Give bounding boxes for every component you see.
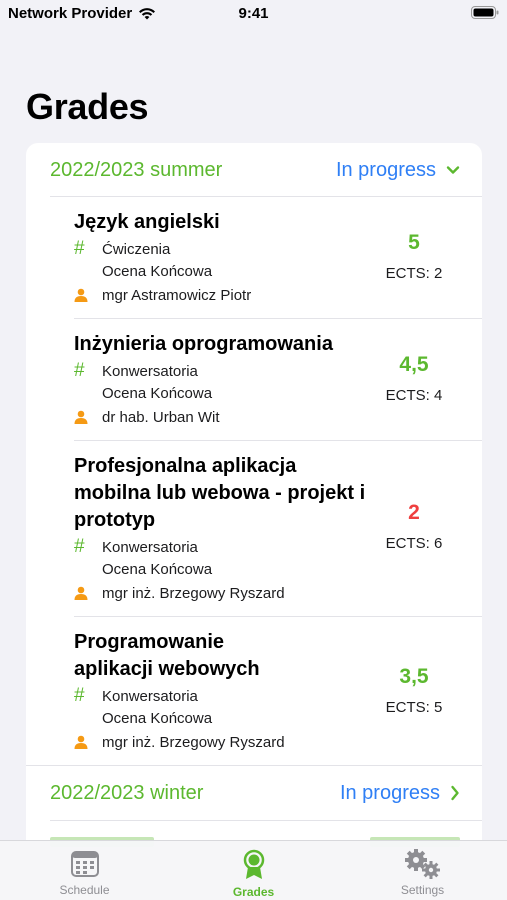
grade-box: 3,5 ECTS: 5 (378, 665, 450, 716)
divider (74, 616, 482, 617)
term-header-winter[interactable]: 2022/2023 winter In progress (26, 766, 482, 820)
term-name: 2022/2023 winter (50, 781, 204, 804)
course-lecturer-label: mgr inż. Brzegowy Ryszard (102, 733, 285, 751)
course-lecturer: mgr Astramowicz Piotr (74, 284, 482, 306)
course-type-label: Konwersatoria (102, 538, 198, 556)
course-lecturer-label: mgr inż. Brzegowy Ryszard (102, 584, 285, 602)
course-lecturer: dr hab. Urban Wit (74, 406, 482, 428)
course-type-label: Konwersatoria (102, 362, 198, 380)
term-status[interactable]: In progress (336, 159, 460, 182)
tab-bar: Schedule Grades Settings (0, 840, 507, 900)
grade-value: 5 (408, 231, 420, 254)
chevron-down-icon (446, 166, 460, 174)
course-lecturer: mgr inż. Brzegowy Ryszard (74, 582, 482, 604)
course-assessment-label: Ocena Końcowa (102, 560, 213, 578)
grade-value: 4,5 (399, 353, 429, 376)
term-header-summer[interactable]: 2022/2023 summer In progress (26, 143, 482, 197)
grade-box: 4,5 ECTS: 4 (378, 353, 450, 404)
term-status[interactable]: In progress (340, 782, 460, 805)
status-bar: Network Provider 9:41 (0, 0, 507, 30)
person-icon (74, 410, 102, 424)
course-type-label: Konwersatoria (102, 687, 198, 705)
tab-label: Schedule (59, 883, 110, 897)
course-assessment-label: Ocena Końcowa (102, 384, 213, 402)
ects-value: ECTS: 4 (385, 387, 443, 404)
person-icon (74, 735, 102, 749)
divider (74, 440, 482, 441)
course-name: Język angielski (74, 211, 220, 233)
course-row[interactable]: Programowanie aplikacji webowych # Konwe… (74, 629, 482, 753)
course-lecturer-label: dr hab. Urban Wit (102, 408, 220, 426)
gears-icon (404, 849, 440, 879)
course-assessment: Ocena Końcowa (74, 558, 482, 580)
course-type-label: Ćwiczenia (102, 240, 171, 258)
hash-icon: # (74, 536, 85, 557)
person-icon (74, 586, 102, 600)
chevron-right-icon (451, 785, 459, 801)
ects-value: ECTS: 2 (385, 265, 443, 282)
course-lecturer: mgr inż. Brzegowy Ryszard (74, 731, 482, 753)
term-status-label: In progress (335, 158, 436, 181)
clock: 9:41 (238, 5, 269, 22)
grade-value: 3,5 (399, 665, 429, 688)
award-icon (243, 849, 264, 879)
course-row[interactable]: Profesjonalna aplikacja mobilna lub webo… (74, 453, 482, 604)
hash-icon: # (74, 238, 85, 259)
person-icon (74, 288, 102, 302)
grade-box: 2 ECTS: 6 (378, 501, 450, 552)
tab-label: Settings (400, 883, 445, 897)
page-title: Grades (26, 86, 149, 127)
divider (50, 196, 482, 197)
calendar-icon (70, 851, 99, 877)
divider (50, 820, 482, 821)
hash-icon: # (74, 360, 85, 381)
divider (74, 318, 482, 319)
course-lecturer-label: mgr Astramowicz Piotr (102, 286, 252, 304)
grade-box: 5 ECTS: 2 (378, 231, 450, 282)
battery-icon (471, 6, 499, 23)
tab-schedule[interactable]: Schedule (5, 841, 165, 900)
course-name: Programowanie aplikacji webowych (74, 631, 260, 680)
tab-label: Grades (232, 885, 275, 899)
grades-card: 2022/2023 summer In progress Język angie… (26, 143, 482, 863)
term-status-label: In progress (339, 781, 440, 804)
term-name: 2022/2023 summer (50, 158, 223, 181)
course-name: Profesjonalna aplikacja mobilna lub webo… (74, 455, 366, 531)
course-row[interactable]: Inżynieria oprogramowania # Konwersatori… (74, 331, 482, 428)
course-name: Inżynieria oprogramowania (74, 333, 333, 355)
grade-value: 2 (408, 501, 420, 524)
course-assessment-label: Ocena Końcowa (102, 709, 213, 727)
course-assessment-label: Ocena Końcowa (102, 262, 213, 280)
hash-icon: # (74, 685, 85, 706)
ects-value: ECTS: 6 (385, 535, 443, 552)
tab-settings[interactable]: Settings (343, 841, 503, 900)
ects-value: ECTS: 5 (385, 699, 443, 716)
course-row[interactable]: Język angielski # Ćwiczenia Ocena Końcow… (74, 209, 482, 306)
tab-grades[interactable]: Grades (174, 841, 334, 900)
